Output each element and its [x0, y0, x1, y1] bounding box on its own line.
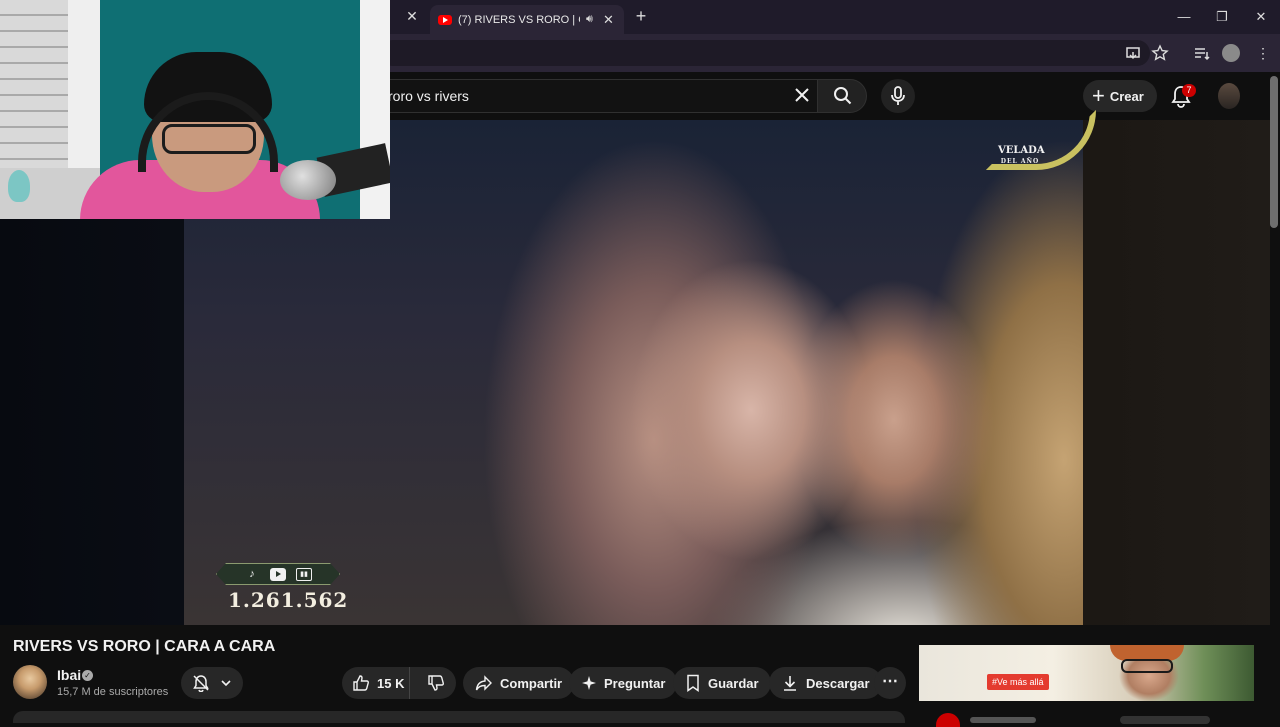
tiktok-icon: ♪: [249, 567, 255, 580]
like-count: 15 K: [377, 675, 405, 691]
window-blinds: [0, 0, 68, 168]
new-tab-button[interactable]: +: [632, 6, 650, 26]
velada-logo-line1: VELADA: [998, 145, 1045, 156]
star-icon[interactable]: [1151, 44, 1169, 62]
description-box[interactable]: [13, 711, 905, 723]
webcam-overlay: [0, 0, 390, 219]
subscription-button[interactable]: [181, 667, 243, 699]
restore-button[interactable]: ❐: [1212, 8, 1232, 26]
video-title: RIVERS VS RORO | CARA A CARA: [13, 638, 276, 655]
mic-icon: [891, 86, 905, 105]
browser-menu-icon[interactable]: ⋮: [1256, 44, 1270, 62]
audio-icon[interactable]: 🔊︎: [586, 13, 593, 26]
minimize-button[interactable]: —: [1174, 8, 1194, 26]
channel-name[interactable]: Ibai: [57, 667, 81, 683]
verified-icon: ✓: [82, 670, 93, 681]
velada-logo-line2: DEL AÑO: [1000, 158, 1040, 165]
search-button[interactable]: [817, 79, 867, 113]
download-button[interactable]: Descargar: [769, 667, 882, 699]
thumbs-up-icon: [353, 675, 369, 691]
sparkle-icon: [582, 676, 596, 690]
tab-close-icon[interactable]: ✕: [603, 12, 614, 28]
prev-tab-close-icon[interactable]: ✕: [404, 8, 420, 24]
tab-title: (7) RIVERS VS RORO | CARA A CARA: [458, 13, 580, 26]
search-query[interactable]: roro vs rivers: [388, 88, 469, 104]
share-label: Compartir: [500, 675, 563, 691]
queue-icon[interactable]: [1193, 44, 1211, 62]
dislike-button[interactable]: [417, 667, 456, 699]
thumbs-down-icon: [428, 675, 445, 691]
ad-person-glasses: [1121, 659, 1173, 673]
ad-tagline: #Ve más allá: [987, 674, 1049, 690]
plus-icon: +: [1092, 83, 1105, 108]
account-avatar[interactable]: [1218, 83, 1240, 109]
notification-count-badge: 7: [1182, 84, 1196, 97]
toy-figure: [8, 170, 30, 202]
download-label: Descargar: [806, 675, 870, 691]
more-icon[interactable]: ⋯: [874, 667, 906, 699]
save-label: Guardar: [708, 675, 759, 691]
viewer-count-overlay: 1.261.562: [228, 588, 349, 612]
page-scrollbar[interactable]: [1270, 76, 1278, 228]
like-button[interactable]: 15 K: [342, 667, 410, 699]
search-icon: [834, 87, 852, 105]
ask-button[interactable]: Preguntar: [569, 667, 678, 699]
ad-banner-image: [919, 645, 1254, 701]
share-icon: [475, 675, 492, 691]
clear-search-icon[interactable]: [792, 85, 812, 105]
tab-active[interactable]: (7) RIVERS VS RORO | CARA A CARA 🔊︎ ✕: [430, 5, 624, 34]
channel-avatar[interactable]: [13, 665, 47, 699]
ask-label: Preguntar: [604, 675, 666, 691]
chevron-down-icon: [221, 680, 231, 687]
bookmark-icon: [687, 674, 699, 692]
save-button[interactable]: Guardar: [673, 667, 771, 699]
like-dislike-group: 15 K: [342, 667, 456, 699]
youtube-icon: [270, 568, 286, 581]
twitch-icon: ▮▮: [296, 568, 312, 581]
create-button[interactable]: + Crear: [1083, 80, 1157, 112]
ad-cta-placeholder[interactable]: [1120, 716, 1210, 724]
bell-off-icon: [193, 675, 209, 692]
glasses: [162, 124, 256, 154]
close-window-button[interactable]: ✕: [1251, 8, 1271, 26]
microphone: [280, 160, 336, 200]
share-button[interactable]: Compartir: [463, 667, 575, 699]
subscriber-count: 15,7 M de suscriptores: [57, 686, 169, 698]
youtube-favicon-icon: [438, 14, 452, 25]
address-bar[interactable]: [380, 40, 1150, 66]
browser-profile-avatar[interactable]: [1222, 44, 1240, 62]
create-label: Crear: [1109, 88, 1144, 104]
social-overlay: ♪ ▮▮: [216, 563, 340, 585]
download-icon: [784, 676, 796, 691]
voice-search-button[interactable]: [881, 79, 915, 113]
cast-icon[interactable]: [1124, 44, 1142, 62]
velada-logo: VELADA DEL AÑO: [998, 145, 1045, 167]
ad-title-placeholder: [970, 717, 1036, 723]
